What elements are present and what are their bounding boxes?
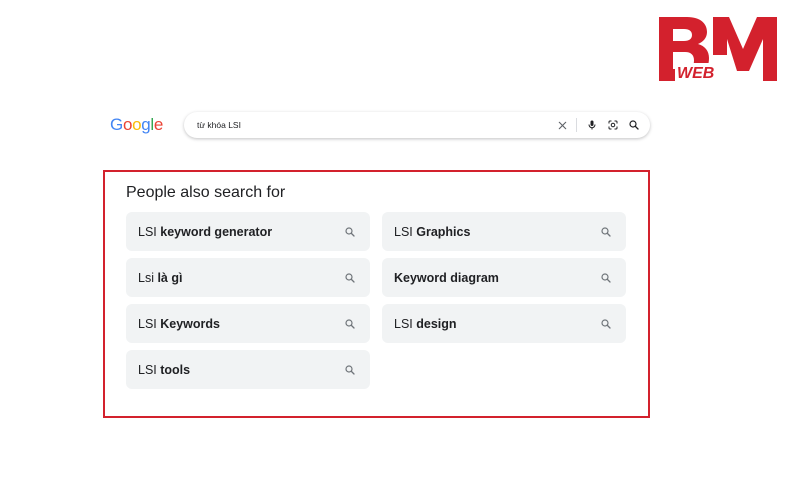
- people-also-search-panel: People also search for LSI keyword gener…: [103, 170, 650, 418]
- google-logo-letter: o: [132, 115, 142, 134]
- related-search-chip[interactable]: LSI Graphics: [382, 212, 626, 251]
- microphone-icon[interactable]: [586, 119, 598, 131]
- search-icon: [600, 318, 612, 330]
- search-icon: [344, 318, 356, 330]
- google-logo-letter: e: [153, 115, 164, 134]
- related-search-chip[interactable]: LSI design: [382, 304, 626, 343]
- search-input[interactable]: [197, 115, 547, 135]
- search-icon: [600, 272, 612, 284]
- google-logo-letter: g: [141, 115, 151, 134]
- related-search-label: LSI keyword generator: [138, 224, 273, 239]
- related-search-chip[interactable]: Lsi là gì: [126, 258, 370, 297]
- related-search-label: LSI design: [394, 316, 457, 331]
- search-icon: [600, 226, 612, 238]
- related-search-chip[interactable]: LSI Keywords: [126, 304, 370, 343]
- search-icon: [344, 226, 356, 238]
- brand-logo-sub: WEB: [677, 65, 714, 82]
- related-search-label: LSI Keywords: [138, 316, 220, 331]
- related-search-chip[interactable]: LSI keyword generator: [126, 212, 370, 251]
- related-search-label: Lsi là gì: [138, 270, 183, 285]
- google-lens-icon[interactable]: [607, 119, 619, 131]
- search-bar: [184, 112, 650, 138]
- search-icon: [344, 272, 356, 284]
- close-icon[interactable]: [556, 119, 568, 131]
- related-search-label: LSI tools: [138, 362, 191, 377]
- bm-web-logo-icon: WEB: [659, 17, 777, 82]
- google-logo[interactable]: Google: [110, 115, 163, 135]
- related-search-chip[interactable]: Keyword diagram: [382, 258, 626, 297]
- people-also-search-title: People also search for: [126, 184, 286, 201]
- related-search-chip[interactable]: LSI tools: [126, 350, 370, 389]
- google-logo-letter: o: [122, 115, 133, 134]
- related-search-label: Keyword diagram: [394, 270, 499, 285]
- people-also-search-grid: LSI keyword generator LSI Graphics Lsi l…: [126, 212, 626, 389]
- search-icon[interactable]: [628, 119, 640, 131]
- brand-logo: WEB: [657, 15, 779, 85]
- search-icon: [344, 364, 356, 376]
- search-bar-divider: [576, 118, 577, 132]
- related-search-label: LSI Graphics: [394, 224, 471, 239]
- google-logo-letter: G: [110, 115, 123, 134]
